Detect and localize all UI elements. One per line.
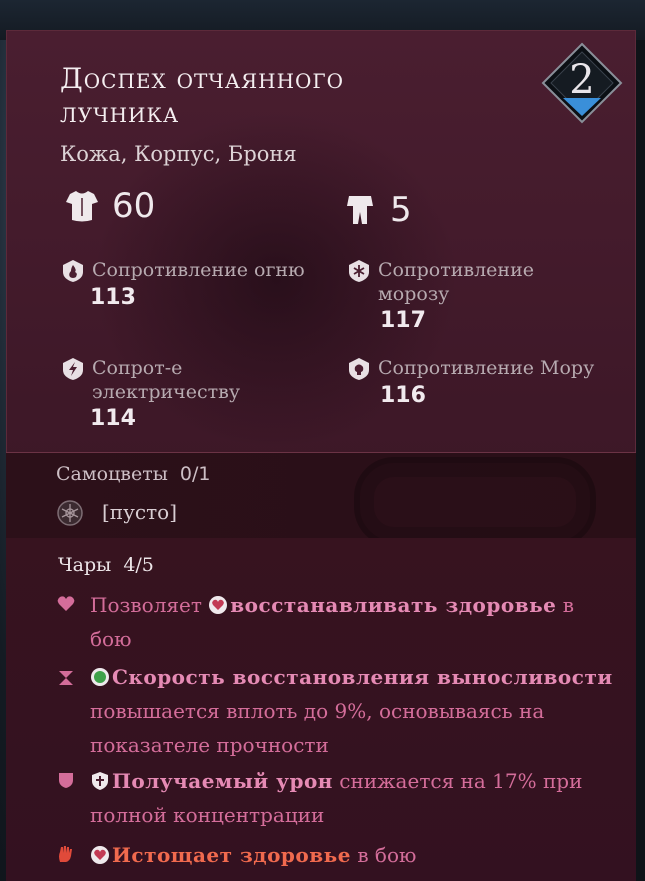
heart-bullet-icon [57,596,75,611]
rot-resistance-label: Сопротивление Мору [378,357,595,379]
fire-resistance-stat: Сопротивление огню 113 [62,258,332,313]
damage-reduction-icon [92,772,108,790]
frost-resistance-icon [349,260,369,282]
frost-resistance-stat: Сопротивление морозу 117 [348,258,588,336]
shock-resistance-value: 114 [90,406,136,431]
gem-slot-text[interactable]: [пусто] [102,500,177,524]
weight-value: 5 [390,190,412,230]
empty-gem-slot-icon[interactable] [56,499,84,527]
rot-resistance-stat: Сопротивление Мору 116 [348,356,628,411]
enchantments-header: Чары 4/5 [58,554,154,576]
gems-label: Самоцветы [56,463,168,485]
shock-resistance-stat: Сопрот-е электричеству 114 [62,356,262,434]
item-name: Доспех отчаянного лучника [60,62,500,130]
fire-resistance-value: 113 [90,285,136,310]
health-regen-icon [209,596,228,614]
hand-bullet-icon [59,846,72,862]
fire-resistance-icon [63,260,83,282]
weight-stat: 5 [340,190,412,230]
enchantments-label: Чары [58,554,112,576]
enchantment-1-bold: восстанавливать здоровье [230,593,557,617]
weight-icon [347,196,373,224]
item-name-line1: Доспех отчаянного [60,62,345,95]
gems-count: 0/1 [179,463,211,485]
stamina-regen-icon [91,668,109,686]
enchantment-2: Скорость восстановления выносливости пов… [90,660,620,762]
enchantment-2-bold: Скорость восстановления выносливости [112,665,613,689]
enchantment-4: Истощает здоровье в бою [90,838,620,872]
shield-bullet-icon [59,773,73,788]
fire-resistance-label: Сопротивление огню [92,259,305,281]
armor-stat: 60 [62,186,155,226]
chestplate-icon [66,191,98,222]
frost-resistance-label: Сопротивление морозу [378,259,534,305]
rot-resistance-value: 116 [380,383,426,408]
enchantments-count: 4/5 [123,554,154,576]
item-type: Кожа, Корпус, Броня [60,142,297,166]
shock-resistance-icon [63,358,83,380]
frost-resistance-value: 117 [380,308,426,333]
armor-value: 60 [112,186,156,226]
hourglass-bullet-icon [59,671,73,685]
enchantment-3: Получаемый урон снижается на 17% при пол… [90,764,620,832]
rot-resistance-icon [349,358,369,380]
item-level: 2 [569,57,595,103]
shock-resistance-label: Сопрот-е электричеству [92,357,241,403]
gems-ornament [354,457,596,547]
enchantment-1: Позволяет восстанавливать здоровье в бою [90,588,620,656]
enchantment-1-pre: Позволяет [90,593,202,617]
item-name-line2: лучника [60,96,180,129]
enchantment-2-post: повышается вплоть до 9%, основываясь на … [90,699,545,757]
enchantment-3-bold: Получаемый урон [112,769,333,793]
gems-header: Самоцветы 0/1 [56,463,210,485]
enchantment-4-bold: Истощает здоровье [112,843,351,867]
health-drain-icon [91,846,109,864]
enchantment-4-post: в бою [357,843,417,867]
